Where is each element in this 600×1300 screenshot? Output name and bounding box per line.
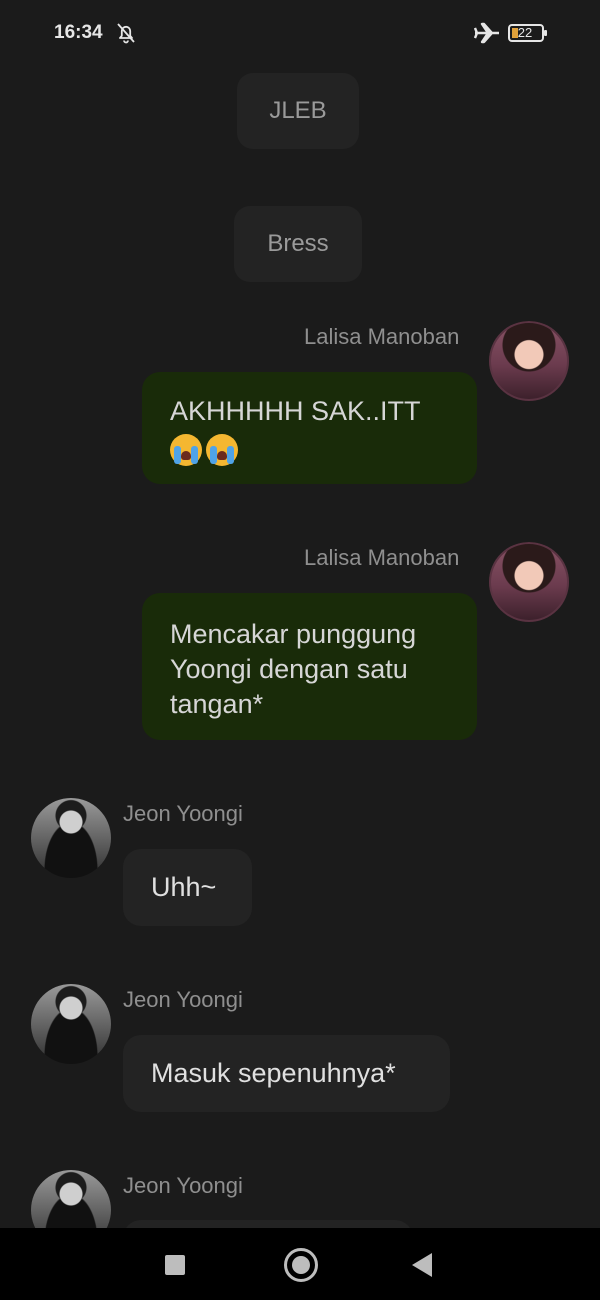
square-icon[interactable] xyxy=(165,1255,185,1275)
bell-off-icon xyxy=(117,23,135,44)
avatar[interactable] xyxy=(31,1170,111,1228)
avatar[interactable] xyxy=(31,984,111,1064)
triangle-back-icon[interactable] xyxy=(412,1253,432,1277)
chat-area[interactable]: JLEB Bress Lalisa Manoban AKHHHHH SAK..I… xyxy=(0,68,600,1228)
sender-name: Jeon Yoongi xyxy=(123,1173,243,1198)
navigation-bar xyxy=(0,1228,600,1300)
message-bubble[interactable]: AKHHHHH SAK..ITT xyxy=(142,372,477,484)
emoji-row xyxy=(170,431,449,466)
message-text: AKHHHHH SAK..ITT xyxy=(170,396,421,426)
sender-name: Jeon Yoongi xyxy=(123,987,243,1012)
airplane-icon xyxy=(474,22,499,44)
sender-name: Jeon Yoongi xyxy=(123,801,243,826)
sender-name: Lalisa Manoban xyxy=(304,324,460,349)
message-bubble[interactable]: Mencakar punggung Yoongi dengan satu tan… xyxy=(142,593,477,740)
message-text: Uhh~ xyxy=(151,872,217,902)
narration-text: Bress xyxy=(267,230,329,257)
circle-home-icon[interactable] xyxy=(284,1248,318,1282)
message-text: Mencakar punggung Yoongi dengan satu tan… xyxy=(170,619,417,719)
battery-level: 22 xyxy=(517,25,533,40)
avatar[interactable] xyxy=(489,321,569,401)
message-bubble[interactable]: Uhh~ xyxy=(123,849,252,926)
narration-bubble: JLEB xyxy=(237,73,359,149)
loudly-crying-face-icon xyxy=(206,433,238,466)
avatar[interactable] xyxy=(489,542,569,622)
status-time: 16:34 xyxy=(54,22,103,43)
avatar[interactable] xyxy=(31,798,111,878)
narration-bubble: Bress xyxy=(234,206,362,282)
narration-text: JLEB xyxy=(269,97,327,124)
loudly-crying-face-icon xyxy=(170,433,202,466)
message-bubble[interactable]: Masuk sepenuhnya* xyxy=(123,1035,450,1112)
message-bubble[interactable] xyxy=(123,1220,413,1228)
status-bar: 16:34 22 xyxy=(0,0,600,68)
sender-name: Lalisa Manoban xyxy=(304,545,460,570)
message-text: Masuk sepenuhnya* xyxy=(151,1058,396,1088)
